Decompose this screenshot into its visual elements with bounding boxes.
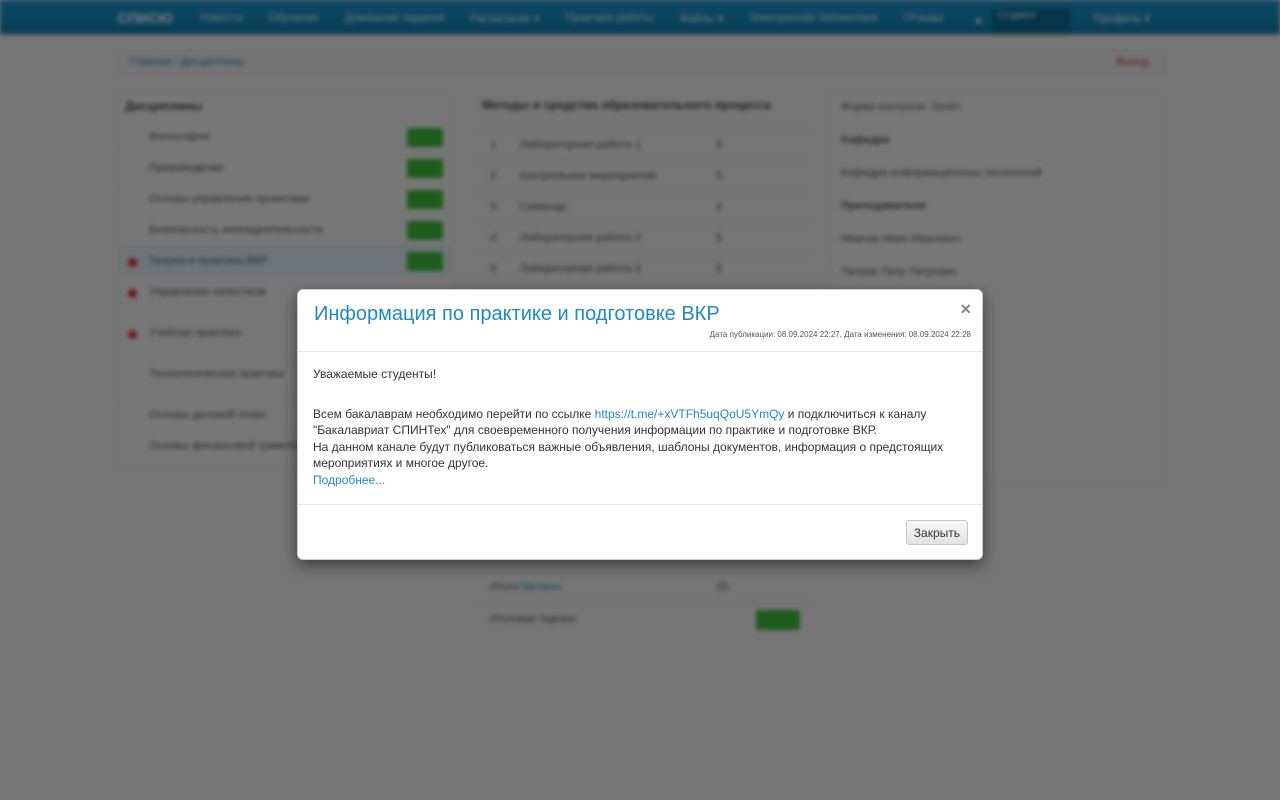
greeting-text: Уважаемые студенты! <box>313 367 437 381</box>
message-text: Всем бакалаврам необходимо перейти по сс… <box>313 406 595 421</box>
close-icon[interactable]: × <box>960 300 971 318</box>
modal-header: Информация по практике и подготовке ВКР … <box>298 290 982 352</box>
modal-title: Информация по практике и подготовке ВКР <box>314 303 720 325</box>
message-paragraph: Всем бакалаврам необходимо перейти по сс… <box>313 406 963 439</box>
more-link[interactable]: Подробнее... <box>313 473 385 487</box>
publication-date: Дата публикации: 08.09.2024 22:27, Дата … <box>709 330 971 339</box>
telegram-link[interactable]: https://t.me/+xVTFh5uqQoU5YmQy <box>595 407 785 421</box>
modal-body: Уважаемые студенты! Всем бакалаврам необ… <box>313 366 963 488</box>
info-modal: Информация по практике и подготовке ВКР … <box>297 289 983 560</box>
close-button[interactable]: Закрыть <box>905 520 968 545</box>
modal-footer: Закрыть <box>298 504 982 559</box>
message-text: На данном канале будут публиковаться важ… <box>313 439 944 471</box>
